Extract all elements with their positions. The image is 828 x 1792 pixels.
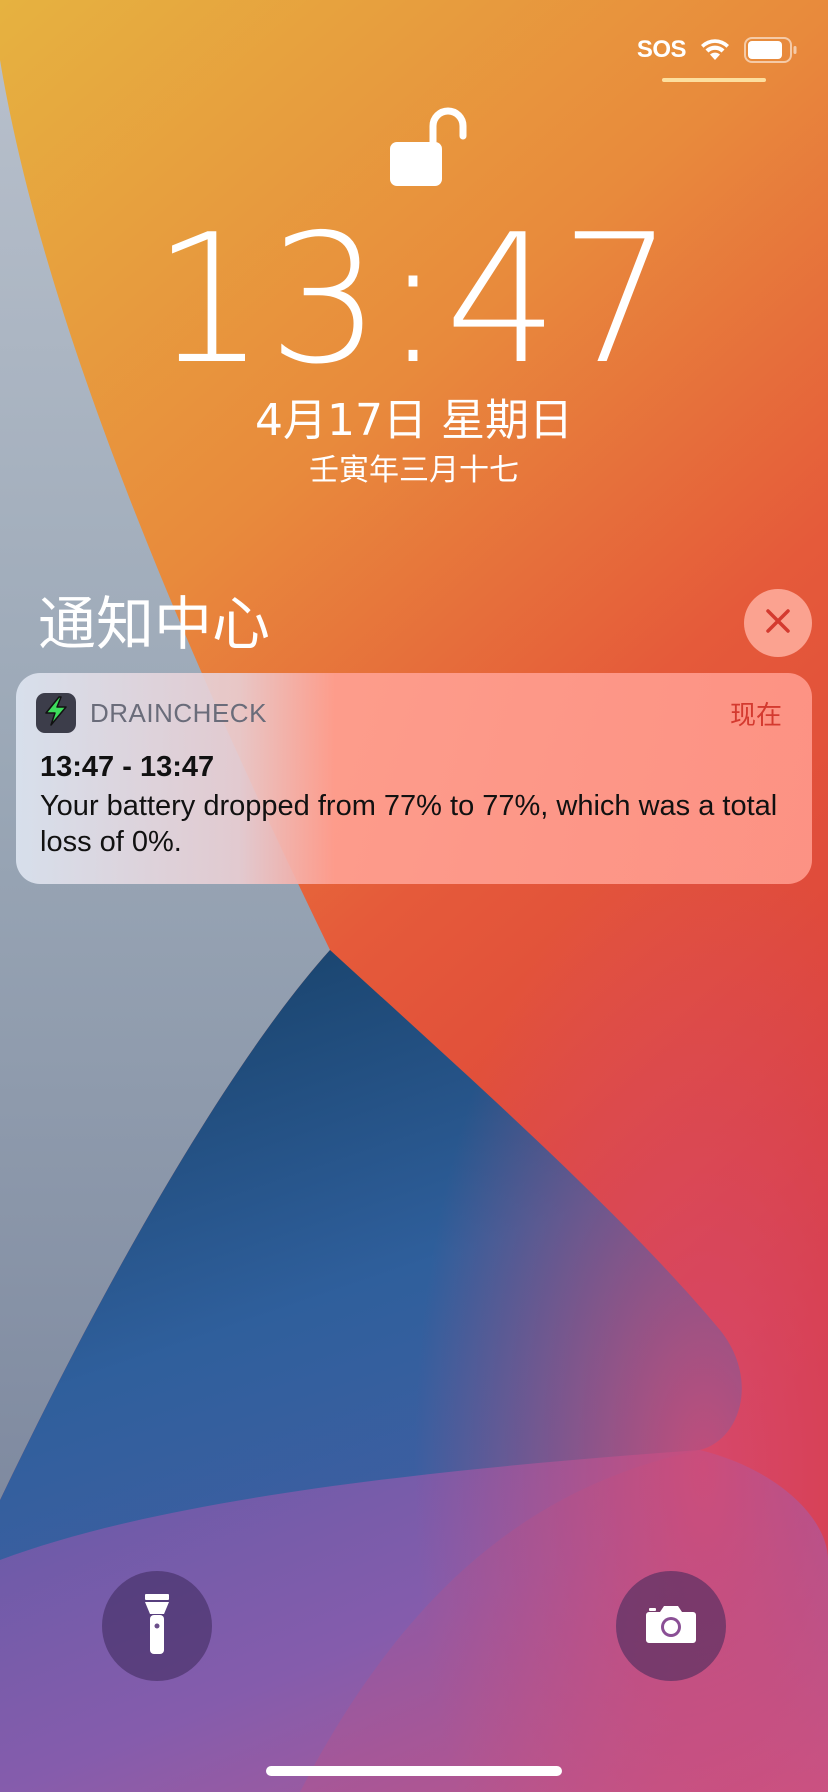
- lightning-bolt-icon: [42, 695, 70, 731]
- notification-card[interactable]: DRAINCHECK 现在 13:47 - 13:47 Your battery…: [16, 673, 812, 884]
- clear-notifications-button[interactable]: [744, 589, 812, 657]
- lunar-date: 壬寅年三月十七: [309, 453, 519, 488]
- notification-header: DRAINCHECK 现在: [36, 693, 782, 733]
- notification-title: 13:47 - 13:47: [40, 751, 215, 783]
- camera-icon: [645, 1604, 697, 1649]
- flashlight-button[interactable]: [102, 1571, 212, 1681]
- carrier-status: SOS: [636, 36, 687, 63]
- battery-icon: [744, 37, 798, 63]
- control-center-grabber[interactable]: [662, 78, 766, 82]
- notification-app-name: DRAINCHECK: [90, 697, 267, 728]
- notification-timestamp: 现在: [729, 699, 782, 730]
- notification-body: Your battery dropped from 77% to 77%, wh…: [40, 790, 778, 858]
- lock-screen-time: 13:47: [152, 196, 676, 403]
- wifi-icon: [700, 38, 730, 62]
- home-indicator[interactable]: [266, 1766, 562, 1776]
- status-bar: SOS: [637, 32, 798, 68]
- flashlight-icon: [142, 1592, 172, 1661]
- notification-center-title: 通知中心: [38, 590, 271, 658]
- close-icon: [765, 608, 791, 639]
- unlocked-padlock-icon: [387, 106, 467, 188]
- draincheck-app-icon: [36, 693, 76, 733]
- camera-button[interactable]: [616, 1571, 726, 1681]
- lock-screen-date: 4月17日 星期日: [255, 395, 573, 446]
